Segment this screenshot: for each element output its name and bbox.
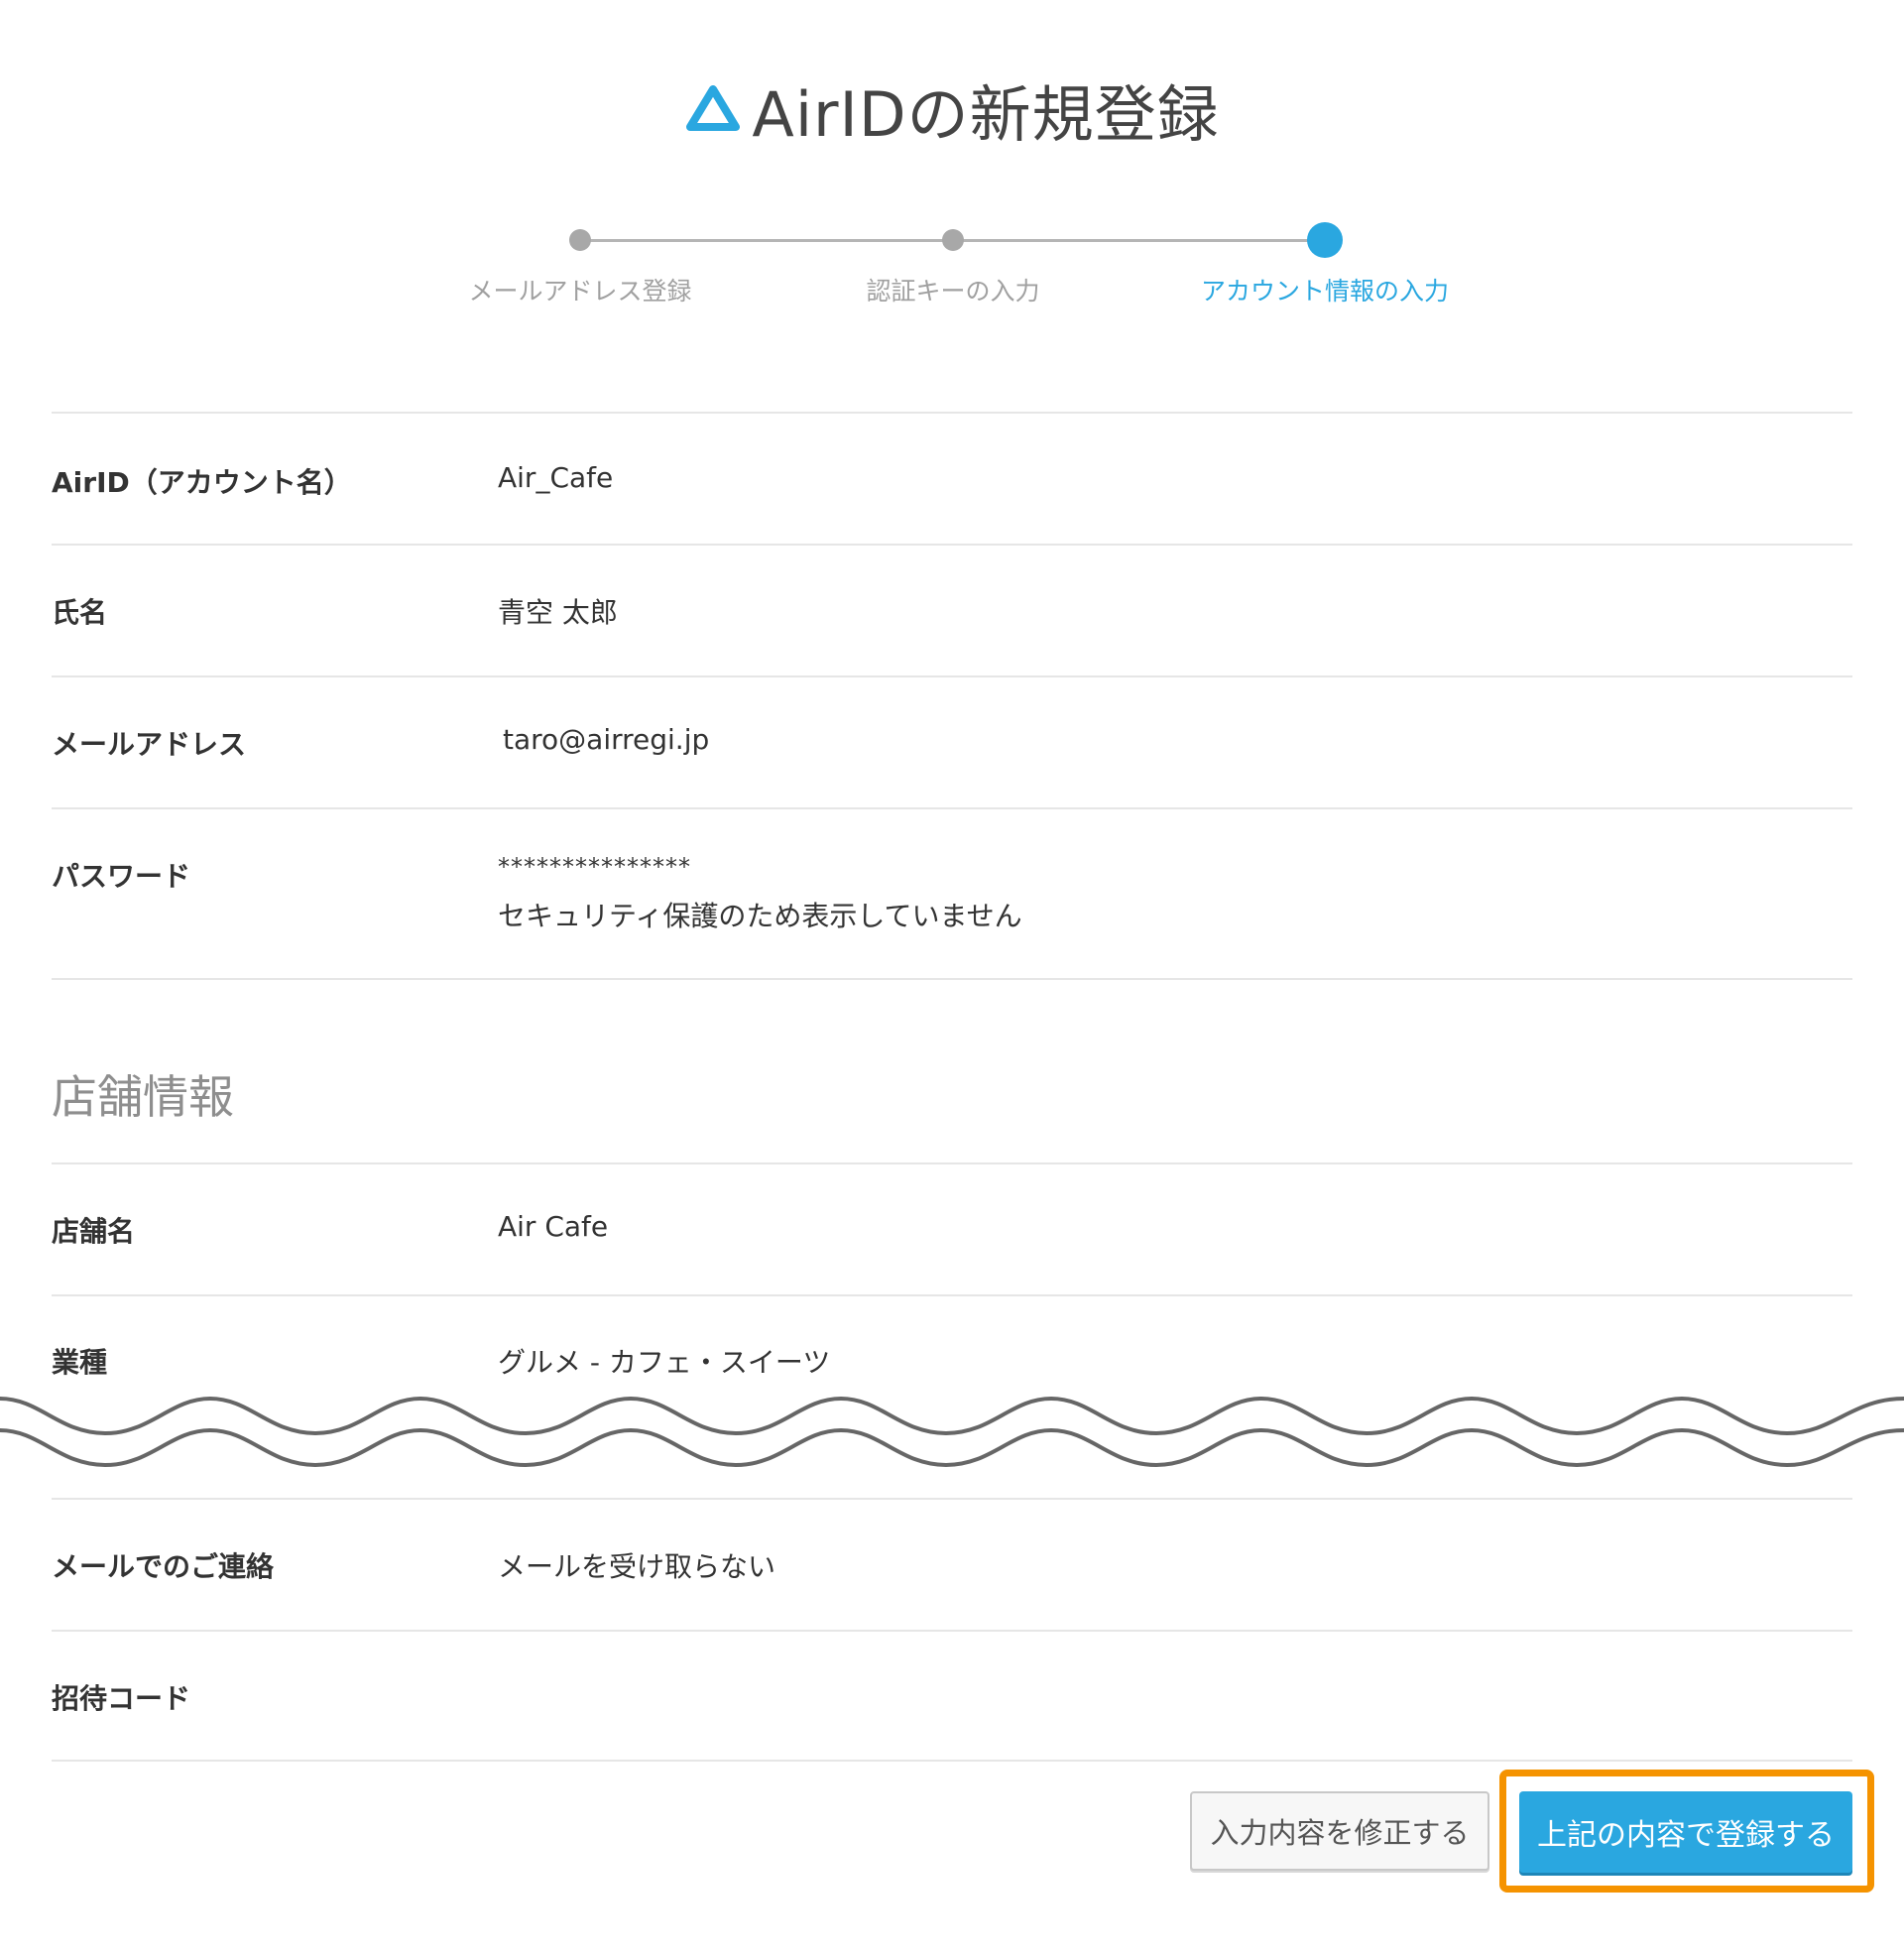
step-connector [953,239,1325,242]
industry-value: グルメ - カフェ・スイーツ [498,1346,831,1379]
password-hidden-note: セキュリティ保護のため表示していません [498,900,1022,932]
industry-label: 業種 [52,1346,108,1379]
info-row-email: メールアドレス taro@airregi.jp [52,675,1852,807]
email-value: taro@airregi.jp [503,723,710,756]
account-info-section: AirID（アカウント名） Air_Cafe 氏名 青空 太郎 メールアドレス … [52,412,1852,980]
info-row-airid: AirID（アカウント名） Air_Cafe [52,412,1852,544]
info-row-password: パスワード *************** セキュリティ保護のため表示していませ… [52,807,1852,980]
step-label-email: メールアドレス登録 [468,277,692,306]
name-label: 氏名 [52,596,108,629]
info-row-name: 氏名 青空 太郎 [52,544,1852,675]
mail-contact-label: メールでのご連絡 [52,1550,275,1583]
page-header: AirIDの新規登録 [0,69,1904,151]
airid-value: Air_Cafe [498,461,614,494]
password-masked-value: *************** [498,853,691,881]
step-dot-done [569,229,591,251]
airid-label: AirID（アカウント名） [52,466,352,499]
step-dot-active [1307,222,1343,258]
password-label: パスワード [52,860,191,893]
shop-name-label: 店舗名 [52,1215,136,1248]
invite-code-label: 招待コード [52,1682,191,1715]
info-row-invite-code: 招待コード [52,1630,1852,1762]
step-connector [580,239,953,242]
progress-stepper: メールアドレス登録 認証キーの入力 アカウント情報の入力 [0,220,1904,319]
shop-info-heading: 店舗情報 [52,1070,234,1124]
name-value: 青空 太郎 [498,596,618,629]
mail-contact-value: メールを受け取らない [498,1550,776,1583]
omission-wave-divider [0,1396,1904,1468]
shop-info-section: 店舗名 Air Cafe 業種 グルメ - カフェ・スイーツ [52,1162,1852,1413]
register-submit-button[interactable]: 上記の内容で登録する [1519,1791,1852,1873]
step-label-account-info: アカウント情報の入力 [1200,277,1450,306]
page-title: AirIDの新規登録 [752,78,1220,151]
info-row-mail-contact: メールでのご連絡 メールを受け取らない [52,1498,1852,1630]
step-dot-done [942,229,964,251]
airid-logo-icon [686,85,741,131]
contact-settings-section: メールでのご連絡 メールを受け取らない 招待コード [52,1498,1852,1762]
edit-input-button[interactable]: 入力内容を修正する [1190,1791,1489,1871]
step-label-auth-key: 認証キーの入力 [866,277,1040,306]
shop-name-value: Air Cafe [498,1210,609,1243]
info-row-shop-name: 店舗名 Air Cafe [52,1162,1852,1294]
email-label: メールアドレス [52,728,247,761]
